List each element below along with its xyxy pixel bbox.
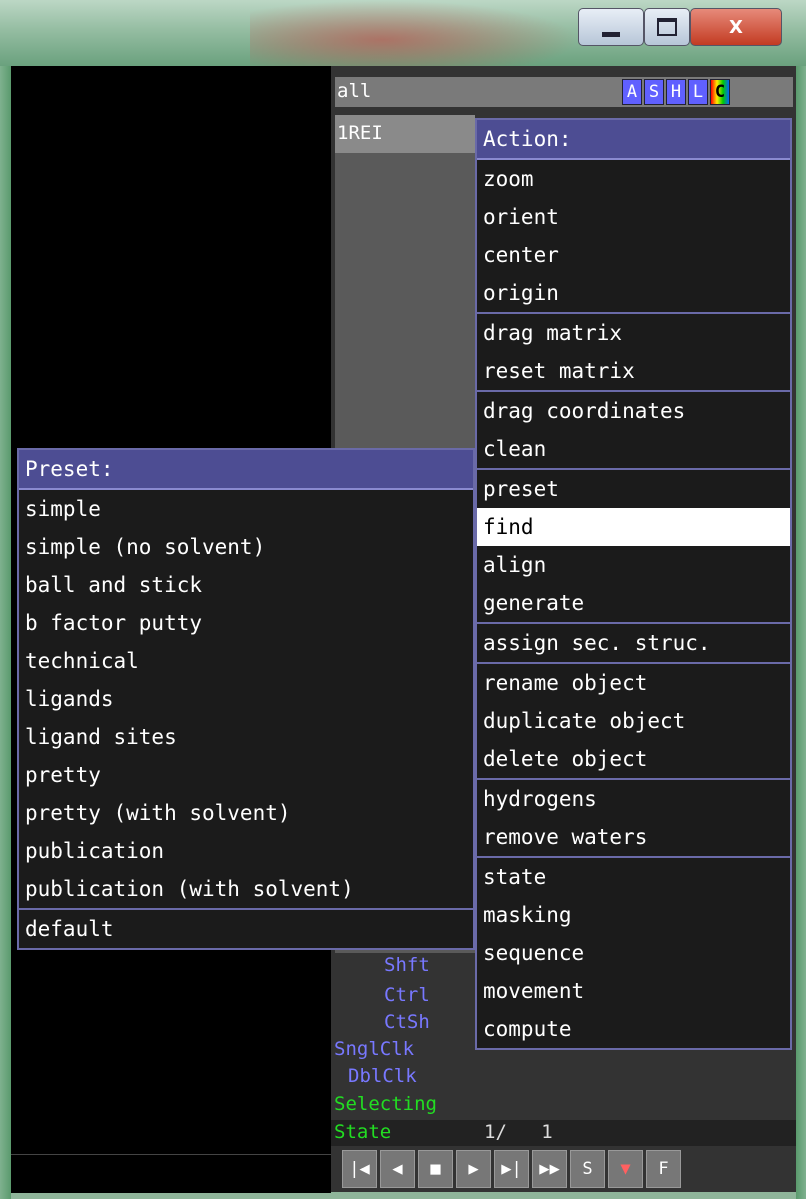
object-name-1rei: 1REI <box>337 122 383 144</box>
menu-item-masking[interactable]: masking <box>477 896 790 934</box>
action-group-view: zoom orient center origin <box>477 160 790 314</box>
menu-item-align[interactable]: align <box>477 546 790 584</box>
preset-item-technical[interactable]: technical <box>19 642 473 680</box>
mouse-mode-shft: Shft <box>384 954 430 976</box>
maximize-icon <box>657 18 677 36</box>
state-value: 1/ 1 <box>484 1121 553 1143</box>
mouse-mode-dbl: DblClk <box>348 1065 417 1087</box>
action-group-atoms: hydrogens remove waters <box>477 780 790 858</box>
fullscreen-button[interactable]: F <box>646 1150 681 1188</box>
menu-item-drag-coordinates[interactable]: drag coordinates <box>477 392 790 430</box>
preset-menu-title: Preset: <box>19 450 473 490</box>
action-group-misc: state masking sequence movement compute <box>477 858 790 1048</box>
preset-group-styles: simple simple (no solvent) ball and stic… <box>19 490 473 910</box>
rewind-icon: |◀ <box>349 1159 370 1179</box>
action-group-tools: preset find align generate <box>477 470 790 624</box>
menu-item-origin[interactable]: origin <box>477 274 790 312</box>
action-menu: Action: zoom orient center origin drag m… <box>475 118 792 1050</box>
play-icon: ▶ <box>468 1159 479 1179</box>
preset-item-default[interactable]: default <box>19 910 473 948</box>
menu-item-zoom[interactable]: zoom <box>477 160 790 198</box>
back-icon: ◀ <box>392 1159 403 1179</box>
state-label: State <box>334 1121 392 1143</box>
minimize-icon <box>602 31 620 37</box>
transport-controls: |◀ ◀ ■ ▶ ▶| ▶▶ S ▼ F <box>342 1150 794 1190</box>
window-border-bottom <box>11 1192 796 1199</box>
close-button[interactable]: X <box>690 8 782 46</box>
mouse-mode-ctrl: Ctrl <box>384 984 430 1006</box>
window-border-right <box>796 66 806 1199</box>
movie-menu-button[interactable]: ▼ <box>608 1150 643 1188</box>
preset-item-ligands[interactable]: ligands <box>19 680 473 718</box>
menu-item-generate[interactable]: generate <box>477 584 790 622</box>
menu-item-find[interactable]: find <box>477 508 790 546</box>
menu-item-orient[interactable]: orient <box>477 198 790 236</box>
label-button[interactable]: L <box>688 79 708 105</box>
action-button[interactable]: A <box>622 79 642 105</box>
titlebar-background <box>250 0 580 66</box>
action-menu-title: Action: <box>477 120 790 160</box>
menu-item-state[interactable]: state <box>477 858 790 896</box>
preset-item-simple[interactable]: simple <box>19 490 473 528</box>
menu-item-assign-sec-struc[interactable]: assign sec. struc. <box>477 624 790 662</box>
preset-item-simple-no-solvent[interactable]: simple (no solvent) <box>19 528 473 566</box>
menu-item-sequence[interactable]: sequence <box>477 934 790 972</box>
preset-item-pretty-with-solvent[interactable]: pretty (with solvent) <box>19 794 473 832</box>
menu-item-compute[interactable]: compute <box>477 1010 790 1048</box>
menu-item-remove-waters[interactable]: remove waters <box>477 818 790 856</box>
preset-menu: Preset: simple simple (no solvent) ball … <box>17 448 475 950</box>
mouse-mode-ctsh: CtSh <box>384 1011 430 1033</box>
menu-item-rename-object[interactable]: rename object <box>477 664 790 702</box>
command-input[interactable] <box>11 1154 331 1193</box>
close-icon: X <box>729 16 743 38</box>
state-bar: State 1/ 1 <box>331 1120 796 1146</box>
window-titlebar: X <box>0 0 806 66</box>
action-group-coords: drag coordinates clean <box>477 392 790 470</box>
menu-item-clean[interactable]: clean <box>477 430 790 468</box>
object-name-all: all <box>337 80 372 102</box>
preset-item-b-factor-putty[interactable]: b factor putty <box>19 604 473 642</box>
selecting-label: Selecting <box>334 1093 437 1115</box>
forward-icon: ▶| <box>501 1159 522 1179</box>
sequence-label: S <box>582 1159 593 1179</box>
menu-item-drag-matrix[interactable]: drag matrix <box>477 314 790 352</box>
sequence-button[interactable]: S <box>570 1150 605 1188</box>
object-row-1rei[interactable]: 1REI <box>335 115 475 153</box>
preset-item-publication-with-solvent[interactable]: publication (with solvent) <box>19 870 473 908</box>
stop-button[interactable]: ■ <box>418 1150 453 1188</box>
preset-item-ball-and-stick[interactable]: ball and stick <box>19 566 473 604</box>
preset-group-default: default <box>19 910 473 948</box>
fullscreen-label: F <box>658 1159 669 1179</box>
back-button[interactable]: ◀ <box>380 1150 415 1188</box>
menu-item-preset[interactable]: preset <box>477 470 790 508</box>
movie-menu-icon: ▼ <box>620 1159 631 1179</box>
color-button[interactable]: C <box>710 79 730 105</box>
show-button[interactable]: S <box>644 79 664 105</box>
object-row-all[interactable]: all A S H L C <box>335 77 793 107</box>
forward-button[interactable]: ▶| <box>494 1150 529 1188</box>
stop-icon: ■ <box>430 1159 441 1179</box>
action-group-structure: assign sec. struc. <box>477 624 790 664</box>
rewind-button[interactable]: |◀ <box>342 1150 377 1188</box>
preset-item-pretty[interactable]: pretty <box>19 756 473 794</box>
menu-item-hydrogens[interactable]: hydrogens <box>477 780 790 818</box>
hide-button[interactable]: H <box>666 79 686 105</box>
maximize-button[interactable] <box>644 8 690 46</box>
menu-item-delete-object[interactable]: delete object <box>477 740 790 778</box>
window-border-left <box>0 66 11 1199</box>
preset-item-ligand-sites[interactable]: ligand sites <box>19 718 473 756</box>
preset-item-publication[interactable]: publication <box>19 832 473 870</box>
play-button[interactable]: ▶ <box>456 1150 491 1188</box>
action-group-matrix: drag matrix reset matrix <box>477 314 790 392</box>
menu-item-duplicate-object[interactable]: duplicate object <box>477 702 790 740</box>
end-icon: ▶▶ <box>539 1159 560 1179</box>
menu-item-movement[interactable]: movement <box>477 972 790 1010</box>
end-button[interactable]: ▶▶ <box>532 1150 567 1188</box>
mouse-mode-sngl: SnglClk <box>334 1038 415 1060</box>
action-group-object: rename object duplicate object delete ob… <box>477 664 790 780</box>
menu-item-center[interactable]: center <box>477 236 790 274</box>
minimize-button[interactable] <box>578 8 644 46</box>
menu-item-reset-matrix[interactable]: reset matrix <box>477 352 790 390</box>
